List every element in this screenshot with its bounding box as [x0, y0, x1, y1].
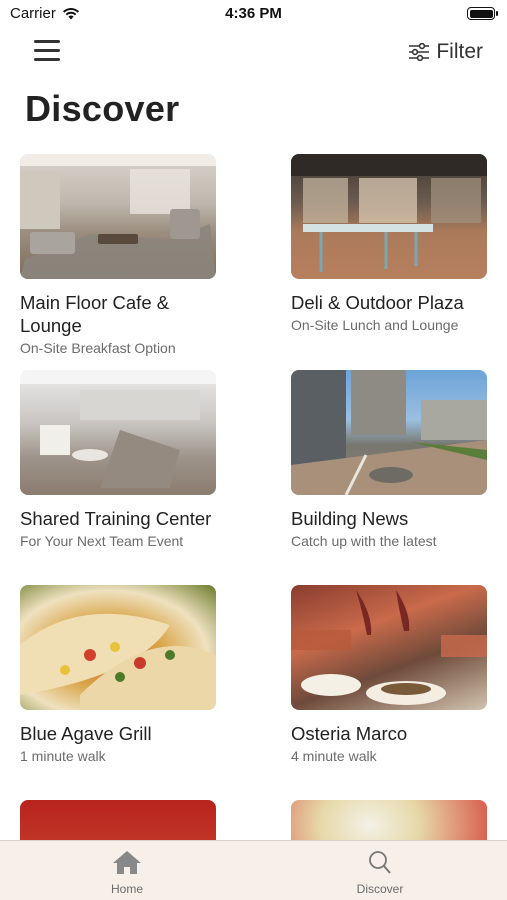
sliders-icon	[409, 43, 430, 61]
card-image	[291, 154, 487, 279]
card-deli-outdoor-plaza[interactable]: Deli & Outdoor Plaza On-Site Lunch and L…	[291, 154, 488, 334]
card-image	[20, 370, 216, 495]
card-subtitle: 4 minute walk	[291, 748, 377, 764]
card-osteria-marco[interactable]: Osteria Marco 4 minute walk	[291, 585, 488, 765]
card-shared-training-center[interactable]: Shared Training Center For Your Next Tea…	[20, 370, 217, 550]
card-blue-agave-grill[interactable]: Blue Agave Grill 1 minute walk	[20, 585, 217, 765]
tab-home[interactable]: Home	[67, 849, 187, 896]
card-image	[291, 370, 487, 495]
card-title: Shared Training Center	[20, 508, 212, 529]
filter-button[interactable]: Filter	[408, 40, 483, 64]
card-image	[291, 585, 487, 710]
card-title: Building News	[291, 508, 409, 529]
card-subtitle: On-Site Lunch and Lounge	[291, 317, 459, 333]
menu-button[interactable]	[34, 40, 64, 66]
card-main-floor-cafe[interactable]: Main Floor Cafe & Lounge On-Site Breakfa…	[20, 154, 217, 357]
card-subtitle: Catch up with the latest	[291, 533, 437, 549]
card-subtitle: For Your Next Team Event	[20, 533, 184, 549]
tab-bar: Home Discover	[0, 840, 507, 900]
card-title: Osteria Marco	[291, 723, 408, 744]
status-bar: Carrier 4:36 PM	[0, 0, 507, 30]
card-building-news[interactable]: Building News Catch up with the latest	[291, 370, 488, 550]
page-title: Discover	[25, 88, 180, 129]
tab-discover[interactable]: Discover	[320, 849, 440, 896]
search-icon	[369, 851, 391, 874]
card-image	[20, 154, 216, 279]
status-time: 4:36 PM	[225, 5, 282, 22]
battery-icon	[467, 7, 498, 20]
tab-discover-label: Discover	[356, 882, 404, 896]
home-icon	[113, 851, 141, 874]
filter-label: Filter	[436, 40, 483, 63]
card-title: Blue Agave Grill	[20, 723, 152, 744]
card-image	[20, 585, 216, 710]
tab-home-label: Home	[110, 882, 143, 896]
card-subtitle: 1 minute walk	[20, 748, 106, 764]
navigation-bar: Filter	[0, 30, 507, 76]
card-title: Main Floor Cafe & Lounge	[20, 292, 170, 336]
card-title: Deli & Outdoor Plaza	[291, 292, 464, 313]
card-subtitle: On-Site Breakfast Option	[20, 340, 176, 356]
